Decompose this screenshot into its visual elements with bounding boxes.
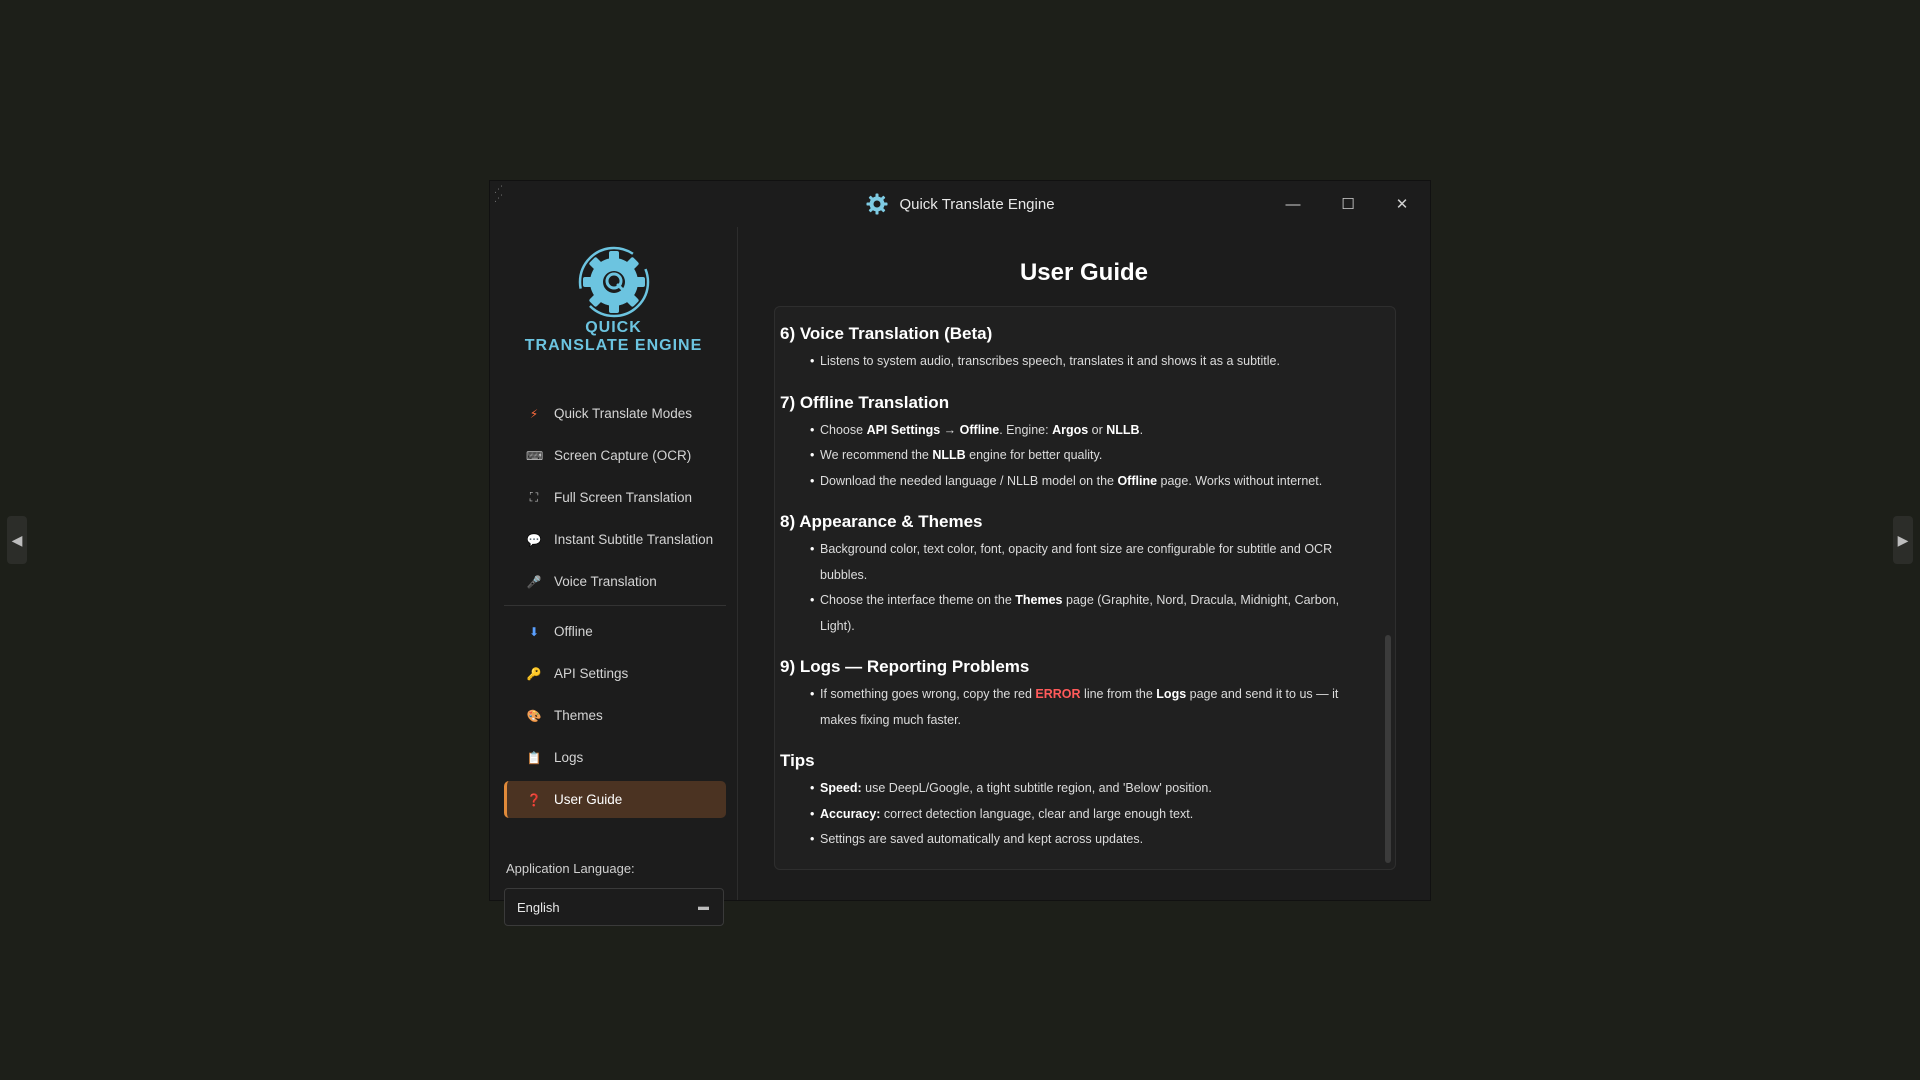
section-heading: 8) Appearance & Themes [780,512,983,531]
chevron-left-icon: ◀ [11,531,23,548]
sidebar-item-label: Themes [554,708,603,723]
sidebar-item-label: Offline [554,624,593,639]
language-value: English [517,899,560,915]
sidebar-item-logs[interactable]: 📋 Logs [504,739,726,776]
maximize-button[interactable]: ☐ [1335,191,1361,217]
sidebar-item-label: User Guide [554,792,623,807]
guide-scroll-area[interactable]: 6) Voice Translation (Beta) Listens to s… [774,306,1396,870]
logo-text-line2: TRANSLATE ENGINE [524,337,703,354]
section-logs: 9) Logs — Reporting Problems If somethin… [780,656,1370,733]
bullet-item: Choose API Settings → Offline. Engine: A… [780,418,1370,444]
sidebar: QUICK TRANSLATE ENGINE ⚡ Quick Translate… [490,227,738,926]
keyboard-icon: ⌨ [526,448,544,463]
section-voice-translation: 6) Voice Translation (Beta) Listens to s… [780,323,1370,375]
sidebar-item-label: Instant Subtitle Translation [554,532,714,547]
close-button[interactable]: ✕ [1389,191,1415,217]
sidebar-item-quick-translate-modes[interactable]: ⚡ Quick Translate Modes [504,395,726,432]
palette-icon: 🎨 [526,708,542,723]
previous-image-arrow[interactable]: ◀ [7,516,27,564]
bullet-item: If something goes wrong, copy the red ER… [780,682,1370,733]
bullet-item: Speed: use DeepL/Google, a tight subtitl… [780,776,1370,802]
section-heading: Tips [780,751,815,770]
logo-text-line1: QUICK [585,319,642,336]
bullet-item: Settings are saved automatically and kep… [780,827,1370,853]
error-keyword: ERROR [1035,687,1081,701]
question-icon: ❓ [526,792,542,807]
sidebar-item-api-settings[interactable]: 🔑 API Settings [504,655,726,692]
language-select[interactable]: English ▬ [504,888,724,926]
bullet-item: Background color, text color, font, opac… [780,537,1370,588]
app-logo: QUICK TRANSLATE ENGINE [490,245,737,355]
sidebar-item-user-guide[interactable]: ❓ User Guide [504,781,726,818]
vertical-scrollbar[interactable] [1385,635,1391,863]
section-offline-translation: 7) Offline Translation Choose API Settin… [780,392,1370,495]
bullet-item: Listens to system audio, transcribes spe… [780,349,1370,375]
sidebar-item-offline[interactable]: ⬇ Offline [504,613,726,650]
sidebar-item-label: Full Screen Translation [554,490,693,505]
sidebar-item-label: Quick Translate Modes [554,406,693,421]
maximize-icon: ☐ [1341,196,1355,213]
close-icon: ✕ [1395,196,1409,213]
window-title: Quick Translate Engine [899,195,1055,213]
microphone-icon: 🎤 [526,574,542,589]
fullscreen-icon: ⛶ [529,490,539,504]
speech-bubble-icon: 💬 [526,532,542,547]
language-label: Application Language: [506,861,635,876]
guide-content: 6) Voice Translation (Beta) Listens to s… [780,323,1370,869]
minimize-button[interactable]: — [1280,191,1306,217]
sidebar-item-screen-capture[interactable]: ⌨ Screen Capture (OCR) [504,437,726,474]
sidebar-item-label: Screen Capture (OCR) [554,448,692,463]
sidebar-item-label: Logs [554,750,584,765]
page-title: User Guide [1019,259,1149,286]
section-appearance-themes: 8) Appearance & Themes Background color,… [780,511,1370,639]
sidebar-item-instant-subtitle-translation[interactable]: 💬 Instant Subtitle Translation [504,521,726,558]
main-panel: User Guide 6) Voice Translation (Beta) L… [738,227,1430,900]
app-window: ⋰ ⋰ Quick Translate Engine — ☐ ✕ QUICK T… [490,181,1430,926]
sidebar-item-label: Voice Translation [554,574,657,589]
section-heading: 7) Offline Translation [780,392,950,412]
clipboard-icon: 📋 [526,750,542,765]
lightning-icon: ⚡ [529,406,539,421]
minimize-icon: — [1285,195,1301,213]
section-tips: Tips Speed: use DeepL/Google, a tight su… [780,750,1370,853]
bullet-item: Accuracy: correct detection language, cl… [780,802,1370,828]
key-icon: 🔑 [526,666,542,681]
title-bar[interactable]: ⋰ ⋰ Quick Translate Engine — ☐ ✕ [490,181,1430,227]
logo-gear-icon [578,246,649,318]
section-heading: 6) Voice Translation (Beta) [780,324,993,343]
section-heading: 9) Logs — Reporting Problems [780,657,1030,676]
sidebar-item-label: API Settings [554,666,629,681]
sidebar-nav: ⚡ Quick Translate Modes ⌨ Screen Capture… [504,395,726,823]
app-gear-icon [866,193,888,215]
bullet-item: We recommend the NLLB engine for better … [780,443,1370,469]
sidebar-item-themes[interactable]: 🎨 Themes [504,697,726,734]
bullet-item: Download the needed language / NLLB mode… [780,469,1370,495]
sidebar-divider [504,605,726,606]
next-image-arrow[interactable]: ▶ [1893,516,1913,564]
bullet-item: Choose the interface theme on the Themes… [780,588,1370,639]
dropdown-icon: ▬ [698,901,709,913]
download-icon: ⬇ [528,624,540,639]
sidebar-item-full-screen-translation[interactable]: ⛶ Full Screen Translation [504,479,726,516]
chevron-right-icon: ▶ [1897,531,1909,548]
sidebar-item-voice-translation[interactable]: 🎤 Voice Translation [504,563,726,600]
